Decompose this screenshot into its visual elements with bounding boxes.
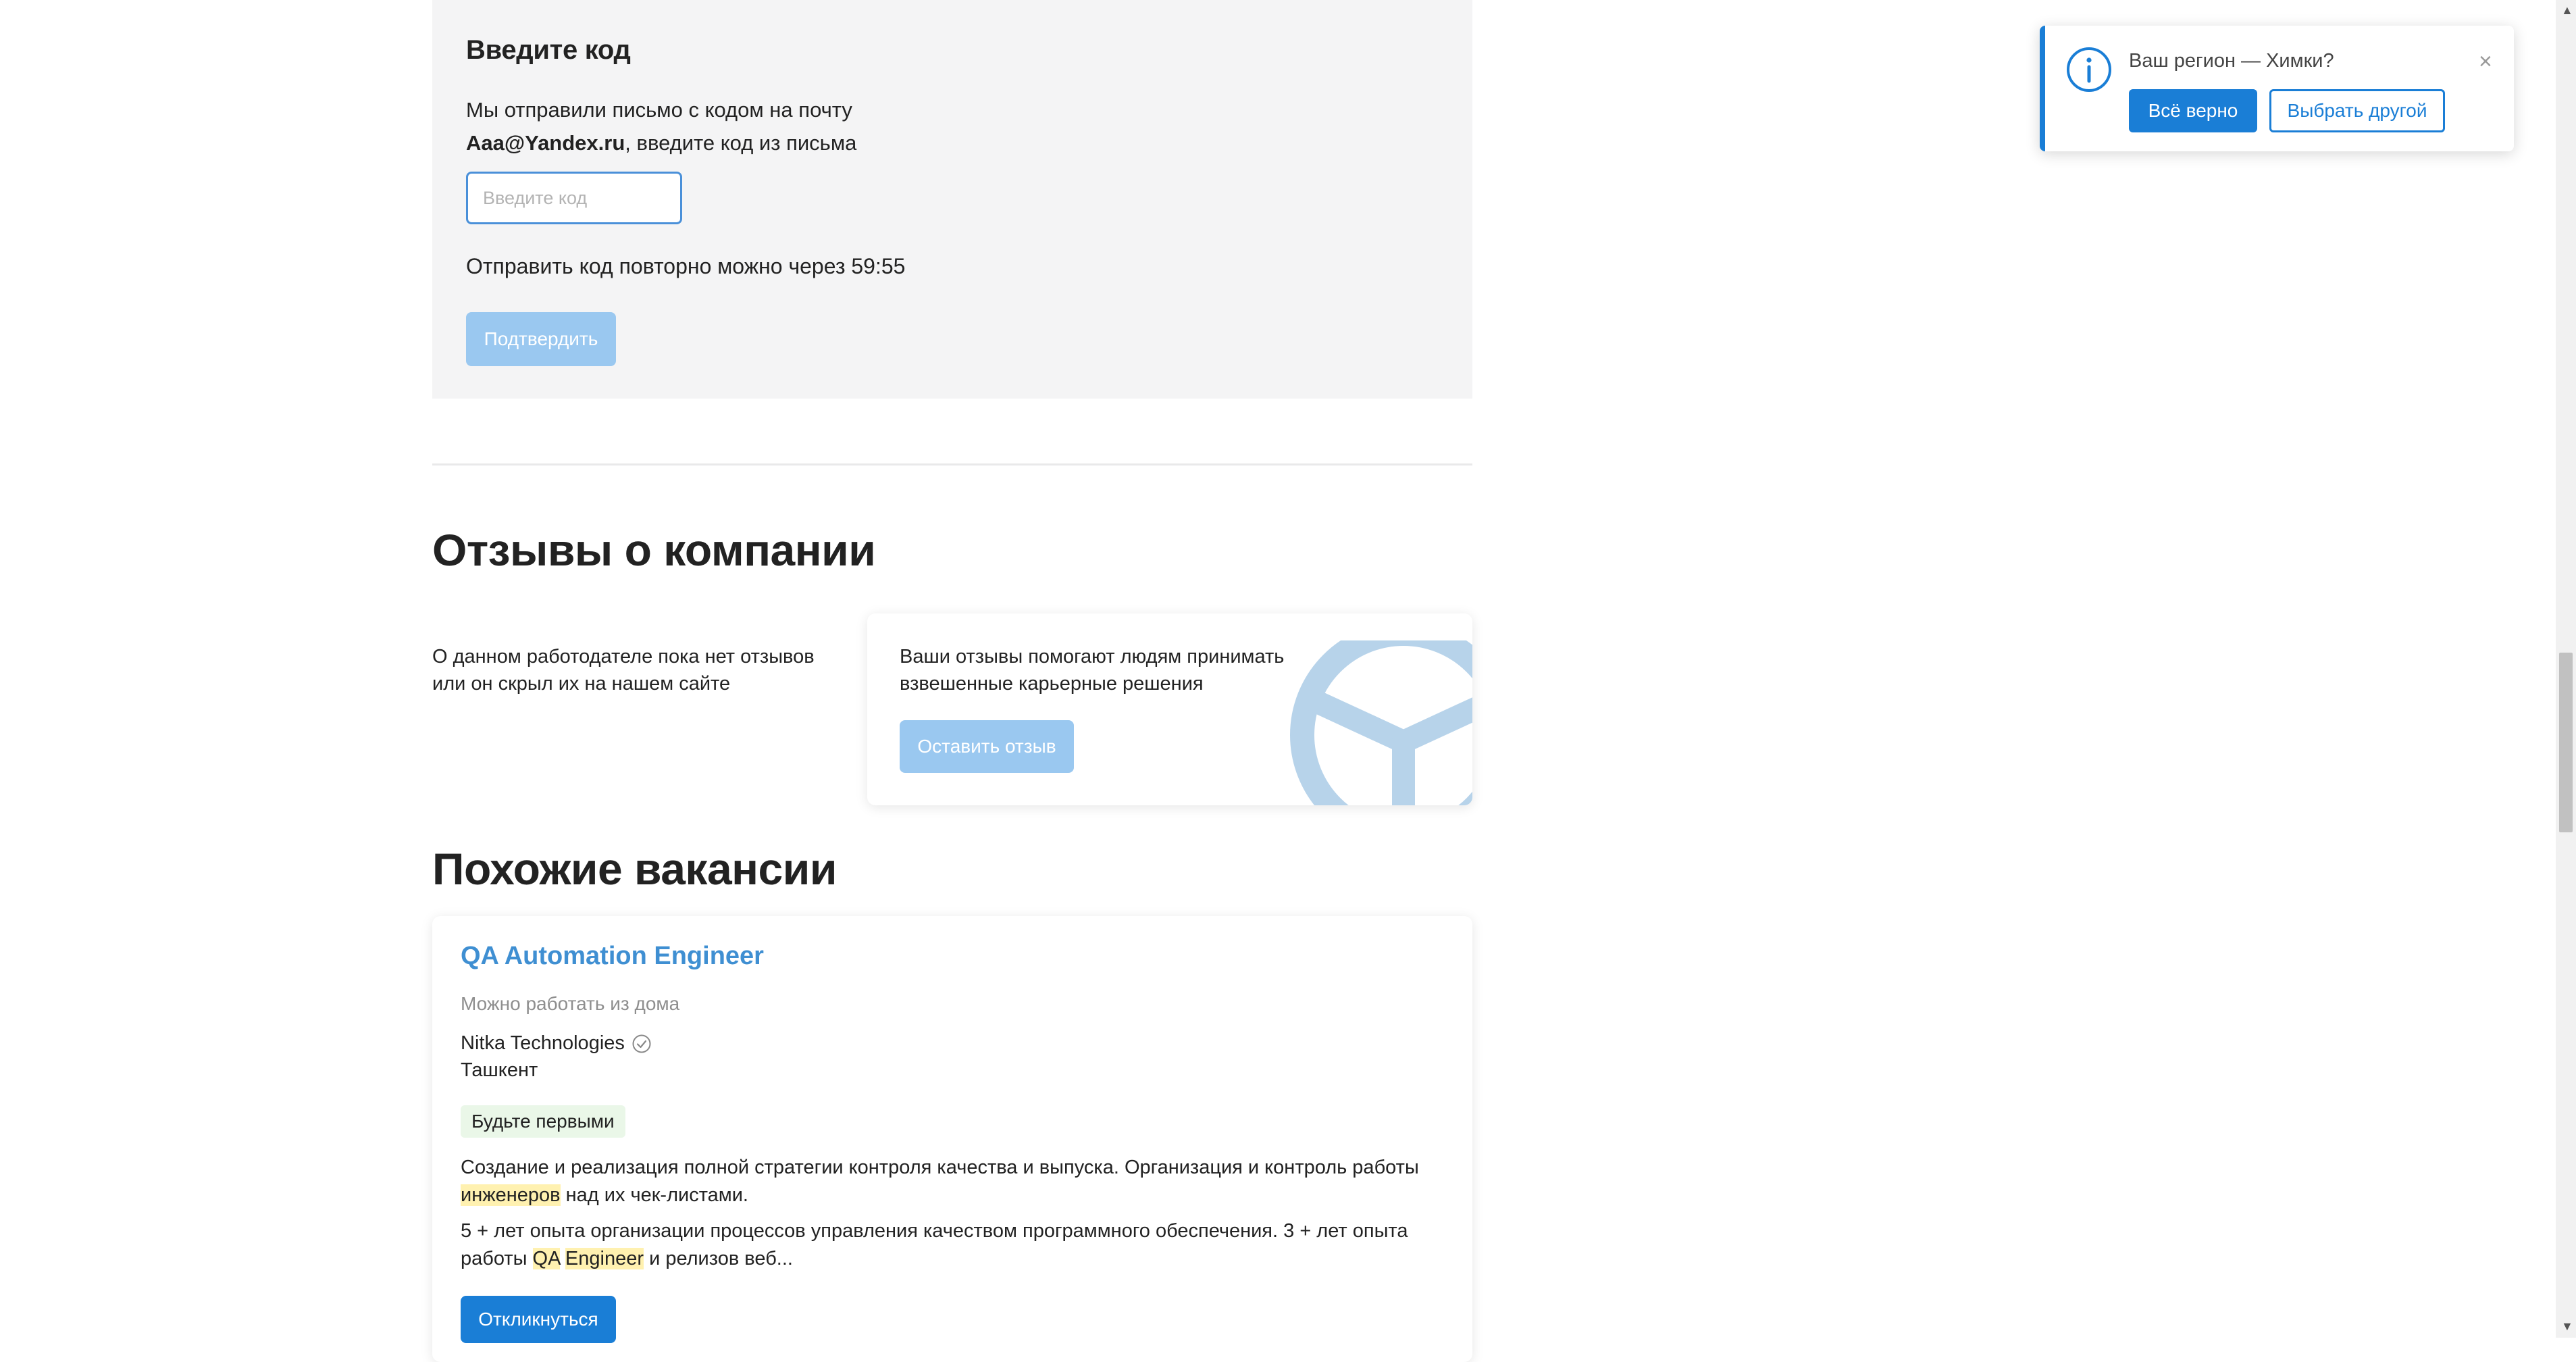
region-confirm-button[interactable]: Всё верно: [2129, 89, 2257, 132]
code-instructions-line2: Aaa@Yandex.ru, введите код из письма: [466, 126, 856, 159]
be-first-badge: Будьте первыми: [461, 1105, 625, 1138]
scrollbar-thumb[interactable]: [2559, 653, 2573, 832]
vacancy-remote-label: Можно работать из дома: [461, 993, 680, 1014]
vacancy-company: Nitka Technologies: [461, 1032, 652, 1055]
desc2-text-b: и релизов веб...: [644, 1248, 793, 1269]
resend-timer: Отправить код повторно можно через 59:55: [466, 254, 906, 278]
region-question: Ваш регион — Химки?: [2129, 50, 2334, 72]
leave-review-button[interactable]: Оставить отзыв: [900, 720, 1074, 773]
email-address: Aaa@Yandex.ru: [466, 131, 625, 155]
desc2-highlight-engineer: Engineer: [565, 1248, 644, 1269]
similar-vacancies-heading: Похожие вакансии: [432, 844, 837, 894]
leave-review-text: Ваши отзывы помогают людям принимать взв…: [900, 643, 1318, 697]
vacancy-city: Ташкент: [461, 1059, 538, 1081]
vacancy-responsibilities: Создание и реализация полной стратегии к…: [461, 1154, 1447, 1209]
scroll-down-arrow-icon[interactable]: ▼: [2561, 1320, 2573, 1332]
scroll-up-arrow-icon[interactable]: ▲: [2561, 4, 2573, 16]
leave-review-card: Ваши отзывы помогают людям принимать взв…: [867, 613, 1472, 805]
region-change-button[interactable]: Выбрать другой: [2269, 89, 2445, 132]
info-icon: [2067, 47, 2111, 92]
leave-review-line1: Ваши отзывы помогают людям принимать: [900, 646, 1285, 667]
confirm-button[interactable]: Подтвердить: [466, 312, 616, 366]
steering-wheel-icon: [1290, 640, 1472, 805]
vacancy-company-name[interactable]: Nitka Technologies: [461, 1032, 625, 1055]
reviews-empty-text: О данном работодателе пока нет отзывов и…: [432, 643, 815, 697]
desc1-text-b: над их чек-листами.: [560, 1184, 748, 1206]
code-input[interactable]: [466, 172, 682, 224]
vacancy-requirements: 5 + лет опыта организации процессов упра…: [461, 1217, 1447, 1273]
desc1-highlight: инженеров: [461, 1184, 561, 1206]
desc2-highlight-qa: QA: [532, 1248, 560, 1269]
code-instructions: Мы отправили письмо с кодом на почту Aaa…: [466, 93, 856, 159]
close-icon[interactable]: ×: [2479, 50, 2492, 73]
code-verification-panel: Введите код Мы отправили письмо с кодом …: [432, 0, 1472, 399]
reviews-heading: Отзывы о компании: [432, 525, 876, 575]
vacancy-title-link[interactable]: QA Automation Engineer: [461, 942, 764, 971]
desc1-text-a: Создание и реализация полной стратегии к…: [461, 1157, 1419, 1178]
vacancy-card: QA Automation Engineer Можно работать из…: [432, 916, 1472, 1362]
region-popup: Ваш регион — Химки? Всё верно Выбрать др…: [2040, 26, 2514, 151]
section-divider: [432, 463, 1472, 465]
code-instructions-line1: Мы отправили письмо с кодом на почту: [466, 98, 852, 122]
page-scrollbar[interactable]: ▲ ▼: [2556, 0, 2576, 1338]
reviews-empty-line2: или он скрыл их на нашем сайте: [432, 673, 731, 695]
leave-review-line2: взвешенные карьерные решения: [900, 673, 1204, 695]
code-title: Введите код: [466, 35, 631, 65]
apply-button[interactable]: Откликнуться: [461, 1296, 616, 1343]
reviews-empty-line1: О данном работодателе пока нет отзывов: [432, 646, 815, 667]
code-instructions-rest: , введите код из письма: [625, 131, 857, 155]
verified-check-icon: [632, 1034, 651, 1053]
